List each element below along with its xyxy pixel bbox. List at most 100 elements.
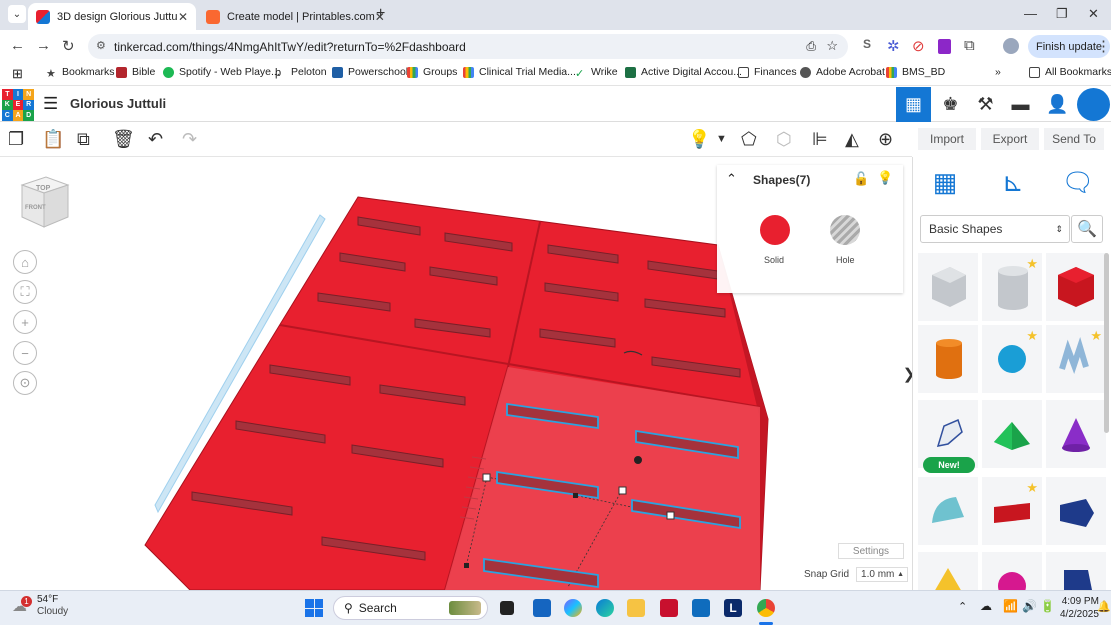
hole-option[interactable] [830, 215, 860, 245]
expand-panel-chevron-icon[interactable]: ❯ [903, 360, 912, 388]
clock[interactable]: 4:09 PM 4/2/2025 [1060, 595, 1099, 621]
profile-avatar-icon[interactable] [1003, 38, 1019, 54]
bookmark-item[interactable]: Groups [407, 66, 457, 78]
collapse-chevron-icon[interactable]: ⌃ [726, 171, 737, 187]
bookmark-item[interactable]: Finances [738, 66, 797, 78]
delete-trash-icon[interactable]: 🗑 [112, 129, 135, 150]
light-bulb-icon[interactable]: 💡 [688, 129, 710, 150]
tab-printables[interactable]: Create model | Printables.com ✕ [198, 3, 385, 30]
shape-cone[interactable] [1046, 400, 1106, 468]
shape-box-hole[interactable] [918, 253, 978, 321]
bookmark-item[interactable]: Spotify - Web Playe... [163, 66, 280, 78]
tinkercad-logo[interactable]: T I N K E R C A D [2, 89, 34, 121]
bookmark-item[interactable]: BMS_BD [886, 66, 945, 78]
library-search-button[interactable]: 🔍 [1071, 215, 1103, 243]
bookmark-star-icon[interactable]: ☆ [826, 38, 838, 54]
bookmark-item[interactable]: Bible [116, 66, 155, 78]
edge-icon[interactable] [596, 599, 614, 617]
bookmark-item[interactable]: Adobe Acrobat [800, 66, 885, 78]
install-icon[interactable]: ⎙ [806, 39, 816, 54]
apps-grid-icon[interactable]: ⊞ [12, 66, 23, 82]
view-cube[interactable]: TOP FRONT [16, 171, 72, 231]
import-button[interactable]: Import [918, 128, 976, 150]
shape-scribble[interactable]: ★ [1046, 325, 1106, 393]
send-to-button[interactable]: Send To [1044, 128, 1104, 150]
bookmark-item[interactable]: ϸ Peloton [275, 66, 327, 79]
align-icon[interactable]: ⊫ [812, 129, 828, 150]
address-bar[interactable]: ⚙ tinkercad.com/things/4NmgAhItTwY/edit?… [88, 34, 848, 59]
notification-bell-icon[interactable]: 🔔 [1097, 600, 1111, 613]
minimize-icon[interactable]: — [1024, 6, 1037, 21]
site-info-icon[interactable]: ⚙ [96, 39, 106, 52]
settings-button[interactable]: Settings [838, 543, 904, 559]
back-icon[interactable]: ← [10, 37, 25, 54]
shape-library-select[interactable]: Basic Shapes ⇕ [920, 215, 1070, 243]
new-tab-button[interactable]: + [376, 5, 385, 23]
light-bulb-icon[interactable]: 💡 [877, 170, 893, 186]
taskbar-search-box[interactable]: ⚲ Search [333, 596, 488, 620]
extension-purple-icon[interactable] [938, 39, 951, 54]
3d-view-grid-icon[interactable]: ▦ [896, 87, 931, 122]
user-avatar[interactable] [1076, 87, 1111, 122]
restore-icon[interactable]: ❐ [1056, 6, 1068, 22]
shape-cylinder-hole[interactable]: ★ [982, 253, 1042, 321]
cruise-icon[interactable]: ⊕ [878, 129, 893, 150]
home-view-icon[interactable]: ⌂ [13, 250, 37, 274]
tab-search-button[interactable]: ⌄ [8, 5, 26, 23]
export-button[interactable]: Export [981, 128, 1039, 150]
menu-kebab-icon[interactable]: ⋮ [1096, 37, 1111, 55]
bookmark-item[interactable]: ✓ Wrike [575, 66, 618, 80]
fit-view-icon[interactable]: ⛶ [13, 280, 37, 304]
mirror-icon[interactable]: ◭ [845, 129, 859, 150]
shape-half-sphere[interactable] [982, 552, 1042, 590]
redo-icon[interactable]: ↷ [182, 129, 197, 150]
weather-widget[interactable]: ☁ 1 54°F Cloudy [12, 594, 68, 618]
perspective-icon[interactable]: ⊙ [13, 371, 37, 395]
shape-hexagonal-prism[interactable] [1046, 552, 1106, 590]
add-user-icon[interactable]: 👤 [1040, 87, 1075, 122]
ungroup-icon[interactable]: ⬡ [776, 129, 792, 150]
zoom-in-icon[interactable]: + [13, 310, 37, 334]
reload-icon[interactable]: ↻ [62, 37, 75, 55]
file-explorer-icon[interactable] [627, 599, 645, 617]
bookmark-item[interactable]: ★ Bookmarks [46, 66, 115, 80]
onedrive-cloud-icon[interactable]: ☁ [980, 599, 992, 613]
mcafee-icon[interactable] [660, 599, 678, 617]
light-dropdown-icon[interactable]: ▼ [716, 133, 727, 145]
bricks-icon[interactable]: ▬ [1003, 87, 1038, 122]
lock-icon[interactable]: 🔓 [853, 171, 869, 187]
solid-option[interactable] [760, 215, 790, 245]
tab-tinkercad[interactable]: 3D design Glorious Juttuli - Tinker ✕ [28, 3, 196, 30]
shape-polygon[interactable] [1046, 477, 1106, 545]
task-view-icon[interactable] [500, 601, 514, 615]
l-app-icon[interactable]: L [724, 599, 742, 617]
group-shapes-icon[interactable]: ⬠ [741, 129, 757, 150]
more-bookmarks-chevron-icon[interactable]: » [995, 66, 1001, 78]
extension-s-icon[interactable]: S [863, 37, 871, 51]
shape-cylinder[interactable] [918, 325, 978, 393]
notes-tab-icon[interactable]: 🗨 [1058, 162, 1098, 202]
duplicate-icon[interactable]: ⧉ [77, 129, 90, 150]
shape-pyramid[interactable] [918, 552, 978, 590]
snap-grid-select[interactable]: 1.0 mm ▲ [856, 567, 909, 582]
copy-icon[interactable]: ❐ [8, 129, 24, 150]
chrome-icon[interactable] [757, 599, 775, 617]
zoom-out-icon[interactable]: − [13, 341, 37, 365]
outlook-icon[interactable] [692, 599, 710, 617]
extension-gear-icon[interactable]: ✲ [887, 37, 900, 55]
all-bookmarks-item[interactable]: All Bookmarks [1029, 66, 1111, 78]
blocks-pickaxe-icon[interactable]: ⚒ [968, 87, 1003, 122]
sim-lab-icon[interactable]: ♚ [933, 87, 968, 122]
copilot-icon[interactable] [564, 599, 582, 617]
shape-roof[interactable] [982, 400, 1042, 468]
tab-close-icon[interactable]: ✕ [178, 10, 188, 24]
bookmark-item[interactable]: Active Digital Accou... [625, 66, 742, 78]
extension-red-icon[interactable]: ⊘ [912, 37, 925, 55]
ruler-tab-icon[interactable]: ⊾ [993, 162, 1033, 202]
undo-icon[interactable]: ↶ [148, 129, 163, 150]
close-window-icon[interactable]: ✕ [1088, 6, 1099, 22]
paste-icon[interactable]: 📋 [42, 129, 64, 150]
store-icon[interactable] [533, 599, 551, 617]
shape-text[interactable]: ★ [982, 477, 1042, 545]
forward-icon[interactable]: → [36, 37, 51, 54]
